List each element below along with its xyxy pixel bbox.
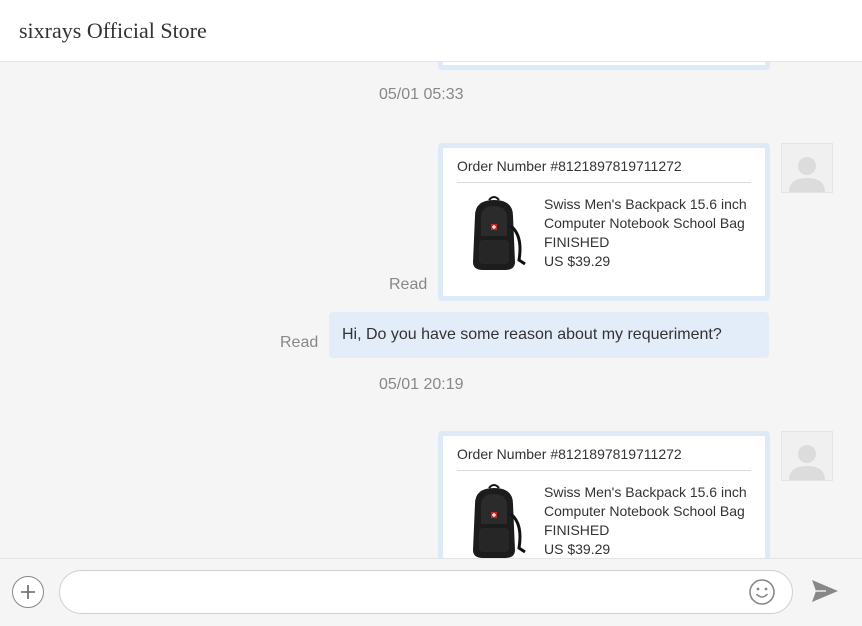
order-number: Order Number #8121897819711272	[457, 158, 751, 183]
order-price: US $39.29	[544, 253, 611, 269]
message-bubble[interactable]: Hi, Do you have some reason about my req…	[329, 312, 769, 358]
user-avatar-icon	[789, 445, 825, 480]
read-receipt: Read	[389, 276, 428, 293]
message-input[interactable]	[76, 579, 746, 607]
chat-header: sixrays Official Store	[0, 0, 862, 62]
store-title: sixrays Official Store	[19, 17, 207, 43]
product-thumbnail[interactable]	[457, 483, 531, 558]
read-receipt: Read	[280, 334, 319, 351]
order-card[interactable]: Order Number #8121897819711272 Swiss Men…	[438, 431, 770, 558]
message-list[interactable]: 05/01 05:33 Order Number #81218978197112…	[0, 62, 862, 558]
product-name: Swiss Men's Backpack 15.6 inch Computer …	[544, 196, 747, 231]
user-avatar-icon	[789, 157, 825, 192]
order-status: FINISHED	[544, 522, 610, 538]
send-arrow-icon[interactable]	[810, 577, 840, 605]
smiley-icon[interactable]	[748, 578, 776, 606]
previous-order-card[interactable]	[438, 62, 770, 70]
order-price: US $39.29	[544, 541, 611, 557]
product-thumbnail[interactable]	[457, 195, 531, 275]
message-text: Hi, Do you have some reason about my req…	[342, 326, 722, 343]
plus-circle-icon	[21, 585, 35, 599]
timestamp: 05/01 05:33	[379, 86, 464, 103]
avatar	[781, 143, 833, 193]
product-name: Swiss Men's Backpack 15.6 inch Computer …	[544, 484, 747, 519]
message-composer	[0, 558, 862, 626]
order-card[interactable]: Order Number #8121897819711272 Swiss Men…	[438, 143, 770, 301]
add-attachment-button[interactable]	[12, 576, 44, 608]
order-number: Order Number #8121897819711272	[457, 446, 751, 471]
avatar	[781, 431, 833, 481]
timestamp: 05/01 20:19	[379, 376, 464, 393]
order-status: FINISHED	[544, 234, 610, 250]
message-input-wrapper[interactable]	[59, 570, 793, 614]
backpack-icon	[473, 196, 526, 270]
backpack-icon	[473, 484, 526, 558]
